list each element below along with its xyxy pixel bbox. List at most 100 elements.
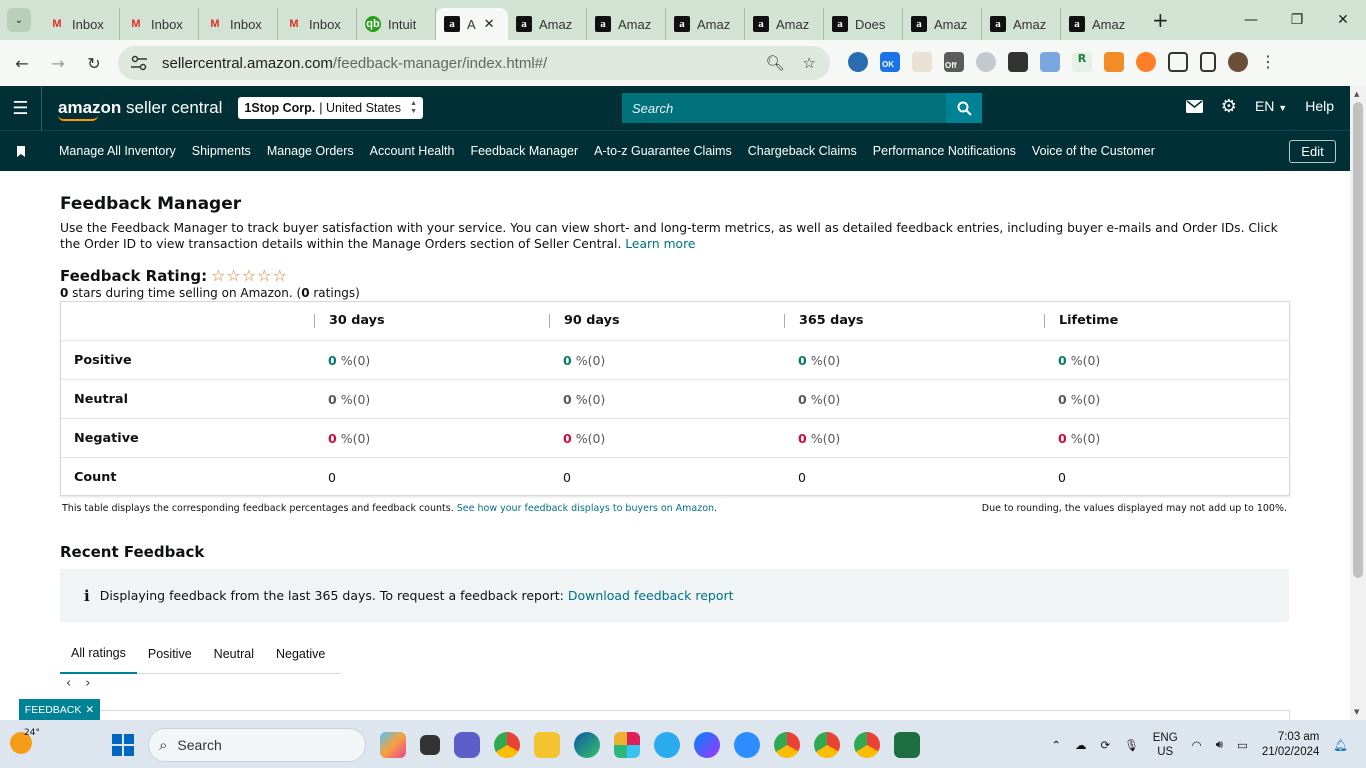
settings-gear-icon[interactable]: ⚙ <box>1221 97 1237 115</box>
search-button[interactable] <box>946 93 982 123</box>
scroll-up-icon[interactable]: ▲ <box>1354 90 1359 98</box>
chrome-icon[interactable] <box>494 732 520 758</box>
edit-nav-button[interactable]: Edit <box>1289 140 1336 163</box>
close-icon[interactable]: ✕ <box>85 704 94 716</box>
minimize-icon[interactable]: — <box>1228 12 1274 28</box>
microphone-icon[interactable]: 🎙︎ <box>1124 738 1139 752</box>
copilot-icon[interactable] <box>380 732 406 758</box>
hamburger-menu-icon[interactable]: ☰ <box>0 86 42 130</box>
tab-amazon-2[interactable]: a Amaz <box>587 8 666 40</box>
nav-shipments[interactable]: Shipments <box>192 144 251 158</box>
zoom-icon[interactable] <box>734 732 760 758</box>
nav-account-health[interactable]: Account Health <box>370 144 455 158</box>
mail-icon[interactable] <box>1185 99 1203 113</box>
nav-manage-all-inventory[interactable]: Manage All Inventory <box>59 144 176 158</box>
extension-7-icon[interactable] <box>1040 52 1060 72</box>
bookmark-nav-icon[interactable] <box>0 145 42 157</box>
prev-chevron-icon[interactable]: ‹ <box>66 676 71 691</box>
teams-icon[interactable] <box>454 732 480 758</box>
learn-more-link[interactable]: Learn more <box>625 237 695 251</box>
nav-manage-orders[interactable]: Manage Orders <box>267 144 354 158</box>
scrollbar-thumb[interactable] <box>1353 102 1363 578</box>
windows-start-icon[interactable] <box>112 734 134 756</box>
tab-active-amazon[interactable]: a A ✕ <box>436 8 508 40</box>
tab-intuit[interactable]: qb Intuit <box>357 8 436 40</box>
nav-performance-notifications[interactable]: Performance Notifications <box>873 144 1016 158</box>
sync-icon[interactable]: ⟳ <box>1100 738 1110 752</box>
search-input[interactable] <box>622 93 946 123</box>
page-scrollbar[interactable]: ▲ ▼ <box>1350 86 1366 720</box>
chrome-profile-2-icon[interactable] <box>814 732 840 758</box>
extension-3-icon[interactable] <box>912 52 932 72</box>
globe-extension-icon[interactable] <box>976 52 996 72</box>
tab-inbox-3[interactable]: M Inbox <box>199 8 278 40</box>
telegram-icon[interactable] <box>654 732 680 758</box>
weather-widget[interactable]: 24° <box>10 728 40 754</box>
nav-voice-of-customer[interactable]: Voice of the Customer <box>1032 144 1155 158</box>
account-switcher[interactable]: 1Stop Corp. | United States ▲ ▼ <box>238 97 424 119</box>
nav-feedback-manager[interactable]: Feedback Manager <box>470 144 578 158</box>
nav-a-to-z-claims[interactable]: A-to-z Guarantee Claims <box>594 144 732 158</box>
help-link[interactable]: Help <box>1305 98 1334 114</box>
close-window-icon[interactable]: ✕ <box>1320 12 1366 28</box>
volume-icon[interactable]: 🔊︎ <box>1216 739 1223 752</box>
buyer-display-link[interactable]: See how your feedback displays to buyers… <box>457 503 714 514</box>
address-bar[interactable]: sellercentral.amazon.com/feedback-manage… <box>118 46 830 80</box>
excel-icon[interactable] <box>894 732 920 758</box>
tab-amazon-3[interactable]: a Amaz <box>666 8 745 40</box>
chrome-profile-1-icon[interactable] <box>774 732 800 758</box>
js-extension-icon[interactable] <box>1104 52 1124 72</box>
tab-amazon-5[interactable]: a Amaz <box>903 8 982 40</box>
browser-menu-icon[interactable]: ⋮ <box>1260 52 1276 72</box>
tab-inbox-1[interactable]: M Inbox <box>41 8 120 40</box>
file-explorer-icon[interactable] <box>534 732 560 758</box>
extension-1-icon[interactable] <box>848 52 868 72</box>
scroll-down-icon[interactable]: ▼ <box>1354 708 1359 716</box>
edge-icon[interactable] <box>574 732 600 758</box>
tab-negative[interactable]: Negative <box>265 634 336 674</box>
extension-10-icon[interactable] <box>1136 52 1156 72</box>
notification-bell-icon[interactable]: 🔔︎ <box>1333 738 1348 752</box>
side-panel-icon[interactable] <box>1200 52 1216 72</box>
tab-amazon-1[interactable]: a Amaz <box>508 8 587 40</box>
tab-amazon-7[interactable]: a Amaz <box>1061 8 1140 40</box>
new-tab-plus-icon[interactable]: + <box>1152 8 1169 32</box>
taskbar-search[interactable]: ⌕ Search <box>148 728 366 762</box>
extension-ok-icon[interactable]: OK <box>880 52 900 72</box>
wifi-icon[interactable]: ◠ <box>1192 738 1202 752</box>
tab-search-chevron-icon[interactable]: ⌄ <box>7 8 31 32</box>
site-settings-icon[interactable] <box>130 55 148 71</box>
tab-amazon-6[interactable]: a Amaz <box>982 8 1061 40</box>
extension-off-icon[interactable]: Off <box>944 52 964 72</box>
chrome-profile-3-icon[interactable] <box>854 732 880 758</box>
tab-amazon-4[interactable]: a Amaz <box>745 8 824 40</box>
profile-avatar[interactable] <box>1228 52 1248 72</box>
network-tray-icon[interactable]: ☁ <box>1075 738 1087 752</box>
clock[interactable]: 7:03 am 21/02/2024 <box>1262 730 1320 760</box>
tab-inbox-2[interactable]: M Inbox <box>120 8 199 40</box>
bookmark-star-icon[interactable]: ☆ <box>803 54 816 72</box>
slack-icon[interactable] <box>614 732 640 758</box>
restore-icon[interactable]: ❐ <box>1274 12 1320 28</box>
tab-does[interactable]: a Does <box>824 8 903 40</box>
nav-chargeback-claims[interactable]: Chargeback Claims <box>748 144 857 158</box>
tab-positive[interactable]: Positive <box>137 634 203 674</box>
tab-inbox-4[interactable]: M Inbox <box>278 8 357 40</box>
rs-extension-icon[interactable]: R <box>1072 52 1092 72</box>
battery-icon[interactable]: ▭ <box>1237 738 1248 752</box>
download-report-link[interactable]: Download feedback report <box>568 588 734 603</box>
zoom-icon[interactable]: 🔍︎ <box>766 54 785 72</box>
seller-central-logo[interactable]: amazon seller central <box>58 98 222 121</box>
tab-neutral[interactable]: Neutral <box>203 634 265 674</box>
feedback-widget-button[interactable]: FEEDBACK ✕ <box>19 699 100 720</box>
input-language[interactable]: ENG US <box>1153 731 1178 759</box>
back-arrow-icon[interactable]: ← <box>4 54 40 73</box>
tab-all-ratings[interactable]: All ratings <box>60 634 137 674</box>
reload-icon[interactable]: ↻ <box>76 54 112 73</box>
next-chevron-icon[interactable]: › <box>85 676 90 691</box>
tab-close-icon[interactable]: ✕ <box>484 16 495 32</box>
task-view-icon[interactable] <box>420 735 440 755</box>
language-selector[interactable]: EN ▼ <box>1255 98 1287 114</box>
puzzle-extensions-icon[interactable] <box>1168 52 1188 72</box>
forward-arrow-icon[interactable]: → <box>40 54 76 73</box>
